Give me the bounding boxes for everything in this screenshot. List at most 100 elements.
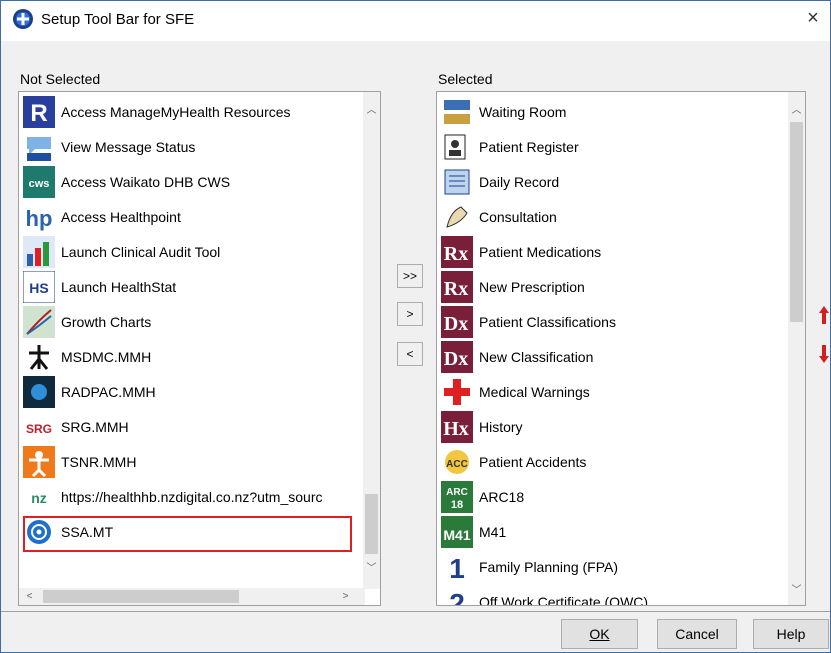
rx-icon: Rx bbox=[441, 235, 473, 268]
selected-item[interactable]: ACC Patient Accidents bbox=[441, 444, 586, 479]
svg-text:HS: HS bbox=[29, 280, 48, 296]
not-selected-vertical-scrollbar[interactable]: ︿ ﹀ bbox=[363, 92, 380, 589]
list-item-label: Growth Charts bbox=[61, 313, 152, 330]
not-selected-item[interactable]: nz https://healthhb.nzdigital.co.nz?utm_s… bbox=[23, 479, 323, 514]
not-selected-label: Not Selected bbox=[20, 71, 101, 87]
dx-icon: Dx bbox=[441, 340, 473, 373]
list-item-label: Launch Clinical Audit Tool bbox=[61, 243, 221, 260]
svg-text:Hx: Hx bbox=[443, 418, 469, 440]
list-item-label: Off Work Certificate (OWC) bbox=[479, 593, 649, 606]
up-arrow-icon bbox=[819, 306, 829, 324]
hs-icon: HS bbox=[23, 270, 55, 303]
not-selected-item[interactable]: cws Access Waikato DHB CWS bbox=[23, 164, 230, 199]
remove-button[interactable]: < bbox=[397, 342, 423, 366]
waiting-room-icon bbox=[441, 95, 473, 128]
selected-item[interactable]: Rx New Prescription bbox=[441, 269, 585, 304]
nzdigital-icon: nz bbox=[23, 480, 55, 513]
scroll-right-arrow-icon[interactable]: > bbox=[337, 588, 354, 605]
move-down-button[interactable] bbox=[816, 343, 831, 365]
highlight-box bbox=[23, 516, 352, 552]
svg-text:cws: cws bbox=[29, 178, 50, 190]
not-selected-item[interactable]: RADPAC.MMH bbox=[23, 374, 156, 409]
list-item-label: ARC18 bbox=[479, 488, 525, 505]
list-item-label: Patient Classifications bbox=[479, 313, 616, 330]
svg-text:ARC: ARC bbox=[446, 487, 468, 498]
not-selected-item[interactable]: Growth Charts bbox=[23, 304, 151, 339]
srg-icon: SRG bbox=[23, 410, 55, 443]
selected-item[interactable]: Consultation bbox=[441, 199, 557, 234]
selected-item[interactable]: 2 Off Work Certificate (OWC) bbox=[441, 584, 649, 607]
help-button[interactable]: Help bbox=[753, 619, 829, 649]
scroll-up-arrow-icon[interactable]: ︿ bbox=[788, 102, 805, 119]
list-item-label: New Prescription bbox=[479, 278, 585, 295]
selected-item[interactable]: Daily Record bbox=[441, 164, 559, 199]
cws-icon: cws bbox=[23, 165, 55, 198]
app-globe-icon bbox=[13, 9, 33, 29]
not-selected-item[interactable]: Launch Clinical Audit Tool bbox=[23, 234, 220, 269]
not-selected-item[interactable]: R Access ManageMyHealth Resources bbox=[23, 94, 291, 129]
move-up-button[interactable] bbox=[816, 304, 831, 326]
list-item-label: Access ManageMyHealth Resources bbox=[61, 103, 291, 120]
ok-button[interactable]: OK bbox=[561, 619, 638, 649]
selected-item[interactable]: Dx Patient Classifications bbox=[441, 304, 616, 339]
svg-text:R: R bbox=[30, 100, 47, 127]
hp-icon: hp bbox=[23, 200, 55, 233]
not-selected-item[interactable]: View Message Status bbox=[23, 129, 195, 164]
scroll-down-arrow-icon[interactable]: ﹀ bbox=[363, 560, 380, 577]
selected-item[interactable]: Patient Register bbox=[441, 129, 579, 164]
svg-text:Dx: Dx bbox=[444, 313, 468, 335]
horizontal-scrollbar-thumb[interactable] bbox=[43, 590, 239, 603]
list-item-label: New Classification bbox=[479, 348, 594, 365]
selected-item[interactable]: 1 Family Planning (FPA) bbox=[441, 549, 618, 584]
not-selected-item[interactable]: hp Access Healthpoint bbox=[23, 199, 181, 234]
list-item-label: Medical Warnings bbox=[479, 383, 590, 400]
selected-item[interactable]: Medical Warnings bbox=[441, 374, 590, 409]
scrollbar-thumb[interactable] bbox=[365, 494, 378, 554]
list-item-label: MSDMC.MMH bbox=[61, 348, 152, 365]
dx-icon: Dx bbox=[441, 305, 473, 338]
add-button[interactable]: > bbox=[397, 302, 423, 326]
not-selected-item[interactable]: SRG SRG.MMH bbox=[23, 409, 129, 444]
svg-text:2: 2 bbox=[449, 588, 465, 607]
selected-item[interactable]: Hx History bbox=[441, 409, 523, 444]
title-bar: Setup Tool Bar for SFE × bbox=[1, 1, 830, 41]
selected-item[interactable]: Rx Patient Medications bbox=[441, 234, 601, 269]
help-label: Help bbox=[776, 626, 806, 642]
svg-text:Dx: Dx bbox=[444, 348, 468, 370]
svg-text:Rx: Rx bbox=[444, 243, 468, 265]
svg-text:1: 1 bbox=[449, 553, 465, 583]
hx-icon: Hx bbox=[441, 410, 473, 443]
scroll-left-arrow-icon[interactable]: < bbox=[21, 588, 38, 605]
acc-icon: ACC bbox=[441, 445, 473, 478]
down-arrow-icon bbox=[819, 345, 829, 363]
selected-item[interactable]: M41 M41 bbox=[441, 514, 506, 549]
scrollbar-thumb[interactable] bbox=[790, 122, 803, 322]
not-selected-item[interactable]: TSNR.MMH bbox=[23, 444, 136, 479]
selected-item[interactable]: ARC 18 ARC18 bbox=[441, 479, 524, 514]
list-item-label: TSNR.MMH bbox=[61, 453, 137, 470]
r-logo-icon: R bbox=[23, 95, 55, 128]
selected-item[interactable]: Waiting Room bbox=[441, 94, 566, 129]
arc18-icon: ARC 18 bbox=[441, 480, 473, 513]
not-selected-item[interactable]: HS Launch HealthStat bbox=[23, 269, 176, 304]
scroll-up-arrow-icon[interactable]: ︿ bbox=[363, 102, 380, 119]
list-item-label: Daily Record bbox=[479, 173, 560, 190]
msdmc-icon bbox=[23, 340, 55, 373]
selected-list[interactable]: Waiting Room Patient Register Daily Record… bbox=[436, 91, 806, 606]
selected-item[interactable]: Dx New Classification bbox=[441, 339, 593, 374]
scroll-down-arrow-icon[interactable]: ﹀ bbox=[788, 582, 805, 599]
list-item-label: Patient Register bbox=[479, 138, 579, 155]
not-selected-item[interactable]: MSDMC.MMH bbox=[23, 339, 151, 374]
m41-icon: M41 bbox=[441, 515, 473, 548]
list-item-label: Access Healthpoint bbox=[61, 208, 181, 225]
rx-icon: Rx bbox=[441, 270, 473, 303]
cancel-label: Cancel bbox=[675, 626, 719, 642]
close-button[interactable]: × bbox=[802, 7, 824, 29]
cat-icon bbox=[23, 235, 55, 268]
selected-vertical-scrollbar[interactable]: ︿ ﹀ bbox=[788, 92, 805, 605]
not-selected-horizontal-scrollbar[interactable]: < > bbox=[19, 588, 365, 605]
svg-text:SRG: SRG bbox=[26, 422, 52, 436]
add-all-button[interactable]: >> bbox=[397, 264, 423, 288]
cancel-button[interactable]: Cancel bbox=[657, 619, 737, 649]
svg-text:nz: nz bbox=[31, 490, 47, 506]
